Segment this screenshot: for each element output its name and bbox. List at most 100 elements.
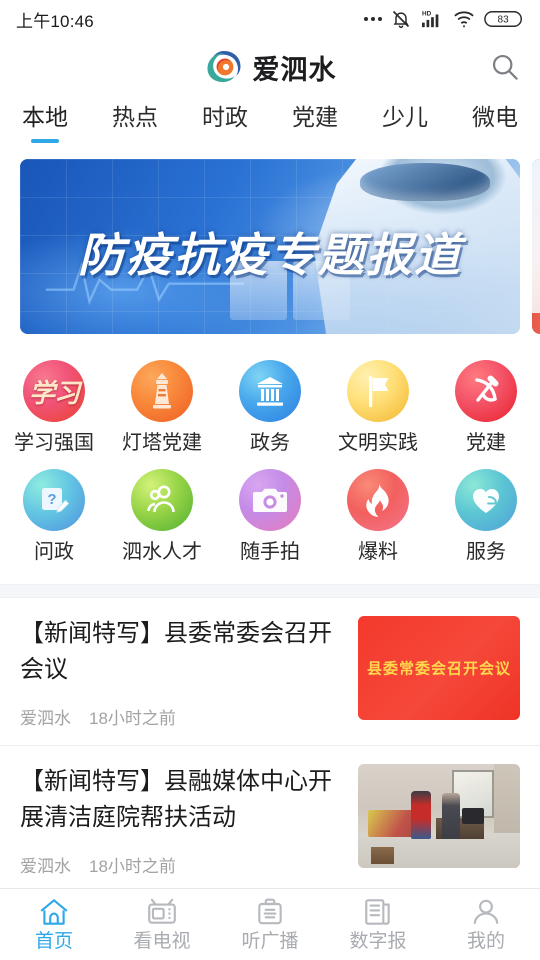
- banner-slide-active[interactable]: 防疫抗疫专题报道: [20, 159, 520, 334]
- news-meta: 爱泗水 18小时之前: [20, 852, 342, 877]
- nav-label: 我的: [466, 930, 505, 952]
- category-tabs[interactable]: 本地 热点 时政 党建 少儿 微电: [0, 96, 540, 151]
- section-divider: [0, 584, 540, 598]
- banner-carousel[interactable]: 防疫抗疫专题报道: [0, 151, 540, 346]
- tab-shaoer[interactable]: 少儿: [382, 100, 428, 132]
- brand: 爱泗水: [204, 48, 337, 87]
- tab-label: 少儿: [382, 104, 428, 130]
- flame-icon: [347, 469, 409, 531]
- nav-item-tv[interactable]: 看电视: [108, 889, 216, 960]
- news-title: 【新闻特写】县委常委会召开会议: [20, 620, 332, 683]
- tab-label: 热点: [112, 104, 158, 130]
- news-title: 【新闻特写】县融媒体中心开展清洁庭院帮扶活动: [20, 768, 332, 831]
- shortcut-label: 服务: [466, 541, 506, 563]
- news-item[interactable]: 【新闻特写】县委常委会召开会议 爱泗水 18小时之前 县委常委会召开会议: [0, 598, 540, 746]
- room-elder-person: [442, 793, 461, 839]
- battery-icon: 83: [484, 11, 522, 27]
- shortcut-wenming-shijian[interactable]: 文明实践: [324, 352, 432, 461]
- bell-muted-icon: [392, 10, 410, 29]
- shortcut-label: 问政: [34, 541, 74, 563]
- nav-label: 首页: [34, 930, 73, 952]
- question-note-pencil-icon: ?: [23, 469, 85, 531]
- flag-icon: [347, 360, 409, 422]
- radio-icon: [258, 898, 282, 924]
- news-time: 18小时之前: [89, 709, 176, 728]
- shortcut-xuexi-qiangguo[interactable]: 学习 学习强国: [0, 352, 108, 461]
- tab-label: 时政: [202, 104, 248, 130]
- search-icon[interactable]: [488, 50, 522, 84]
- tab-shizheng[interactable]: 时政: [202, 100, 248, 132]
- banner-caption: 防疫抗疫专题报道: [78, 228, 462, 281]
- status-time: 上午10:46: [16, 11, 94, 31]
- lighthouse-icon: [131, 360, 193, 422]
- xuexi-glyph: 学习: [28, 378, 80, 409]
- people-icon: [131, 469, 193, 531]
- svg-text:?: ?: [47, 491, 56, 508]
- news-time: 18小时之前: [89, 857, 176, 876]
- wifi-icon: [454, 11, 474, 28]
- camera-icon: [239, 469, 301, 531]
- shortcut-fuwu[interactable]: 服务: [432, 461, 540, 570]
- app-root: 上午10:46 HD 83 爱泗水 本地 热点 时政 党建 少儿 微电 防疫抗疫…: [0, 0, 540, 960]
- hd-signal-icon: HD: [422, 10, 439, 28]
- bottom-navigation[interactable]: 首页 看电视 听广播 数字报 我的: [0, 888, 540, 960]
- shortcut-wenzheng[interactable]: ? 问政: [0, 461, 108, 570]
- hands-heart-icon: [455, 469, 517, 531]
- nav-item-profile[interactable]: 我的: [432, 889, 540, 960]
- banner-next-accent: [532, 313, 540, 334]
- newspaper-icon: [365, 898, 390, 925]
- news-thumbnail-text: 县委常委会召开会议: [366, 659, 511, 678]
- news-thumbnail[interactable]: [358, 764, 520, 868]
- news-item[interactable]: 【新闻特写】县融媒体中心开展清洁庭院帮扶活动 爱泗水 18小时之前: [0, 746, 540, 888]
- news-thumbnail[interactable]: 县委常委会召开会议: [358, 616, 520, 720]
- shortcut-dengta-dangjian[interactable]: 灯塔党建: [108, 352, 216, 461]
- battery-level: 83: [498, 15, 510, 26]
- shortcut-sishui-rencai[interactable]: 泗水人才: [108, 461, 216, 570]
- status-icons: HD 83: [364, 9, 524, 29]
- nav-item-home[interactable]: 首页: [0, 889, 108, 960]
- app-header: 爱泗水: [0, 38, 540, 96]
- banner-slide-next[interactable]: [532, 159, 540, 334]
- person-icon: [473, 899, 499, 924]
- xuexi-qiangguo-icon: 学习: [23, 360, 85, 422]
- news-text: 【新闻特写】县融媒体中心开展清洁庭院帮扶活动 爱泗水 18小时之前: [20, 764, 342, 877]
- shortcut-dangjian[interactable]: 党建: [432, 352, 540, 461]
- news-meta: 爱泗水 18小时之前: [20, 704, 342, 729]
- news-list: 【新闻特写】县委常委会召开会议 爱泗水 18小时之前 县委常委会召开会议 【新闻…: [0, 598, 540, 888]
- tab-label: 本地: [22, 104, 68, 130]
- home-icon: [40, 898, 68, 925]
- room-stool: [370, 847, 394, 864]
- app-title: 爱泗水: [252, 54, 337, 85]
- tab-bendi[interactable]: 本地: [22, 100, 68, 143]
- shortcut-label: 文明实践: [338, 432, 418, 454]
- hammer-sickle-icon: [455, 360, 517, 422]
- tab-weidianshi[interactable]: 微电: [472, 100, 518, 132]
- carousel-track: 防疫抗疫专题报道: [0, 159, 540, 334]
- tab-redian[interactable]: 热点: [112, 100, 158, 132]
- nav-label: 看电视: [133, 930, 191, 952]
- shortcut-label: 爆料: [358, 541, 398, 563]
- news-text: 【新闻特写】县委常委会召开会议 爱泗水 18小时之前: [20, 616, 342, 729]
- banner-next-background: [532, 159, 540, 334]
- tab-label: 微电: [472, 104, 518, 130]
- shortcut-label: 随手拍: [240, 541, 300, 563]
- svg-text:HD: HD: [422, 10, 432, 17]
- government-building-icon: [239, 360, 301, 422]
- shortcut-suishoupai[interactable]: 随手拍: [216, 461, 324, 570]
- tab-dangjian[interactable]: 党建: [292, 100, 338, 132]
- news-source: 爱泗水: [20, 709, 71, 728]
- tab-label: 党建: [292, 104, 338, 130]
- shortcut-label: 灯塔党建: [122, 432, 202, 454]
- nav-label: 听广播: [241, 930, 299, 952]
- nav-item-newspaper[interactable]: 数字报: [324, 889, 432, 960]
- shortcut-row-2: ? 问政 泗水人才 随手拍 爆料 服务: [0, 461, 540, 570]
- room-tv: [461, 807, 485, 825]
- shortcut-baoliao[interactable]: 爆料: [324, 461, 432, 570]
- nav-item-radio[interactable]: 听广播: [216, 889, 324, 960]
- shortcut-grid: 学习 学习强国 灯塔党建 政务 文明实践 党建 ? 问政 泗水人才 随手拍 爆料…: [0, 346, 540, 584]
- room-person-sweeping: [411, 791, 431, 839]
- shortcut-label: 学习强国: [14, 432, 94, 454]
- tv-icon: [148, 898, 176, 924]
- news-source: 爱泗水: [20, 857, 71, 876]
- shortcut-zhengwu[interactable]: 政务: [216, 352, 324, 461]
